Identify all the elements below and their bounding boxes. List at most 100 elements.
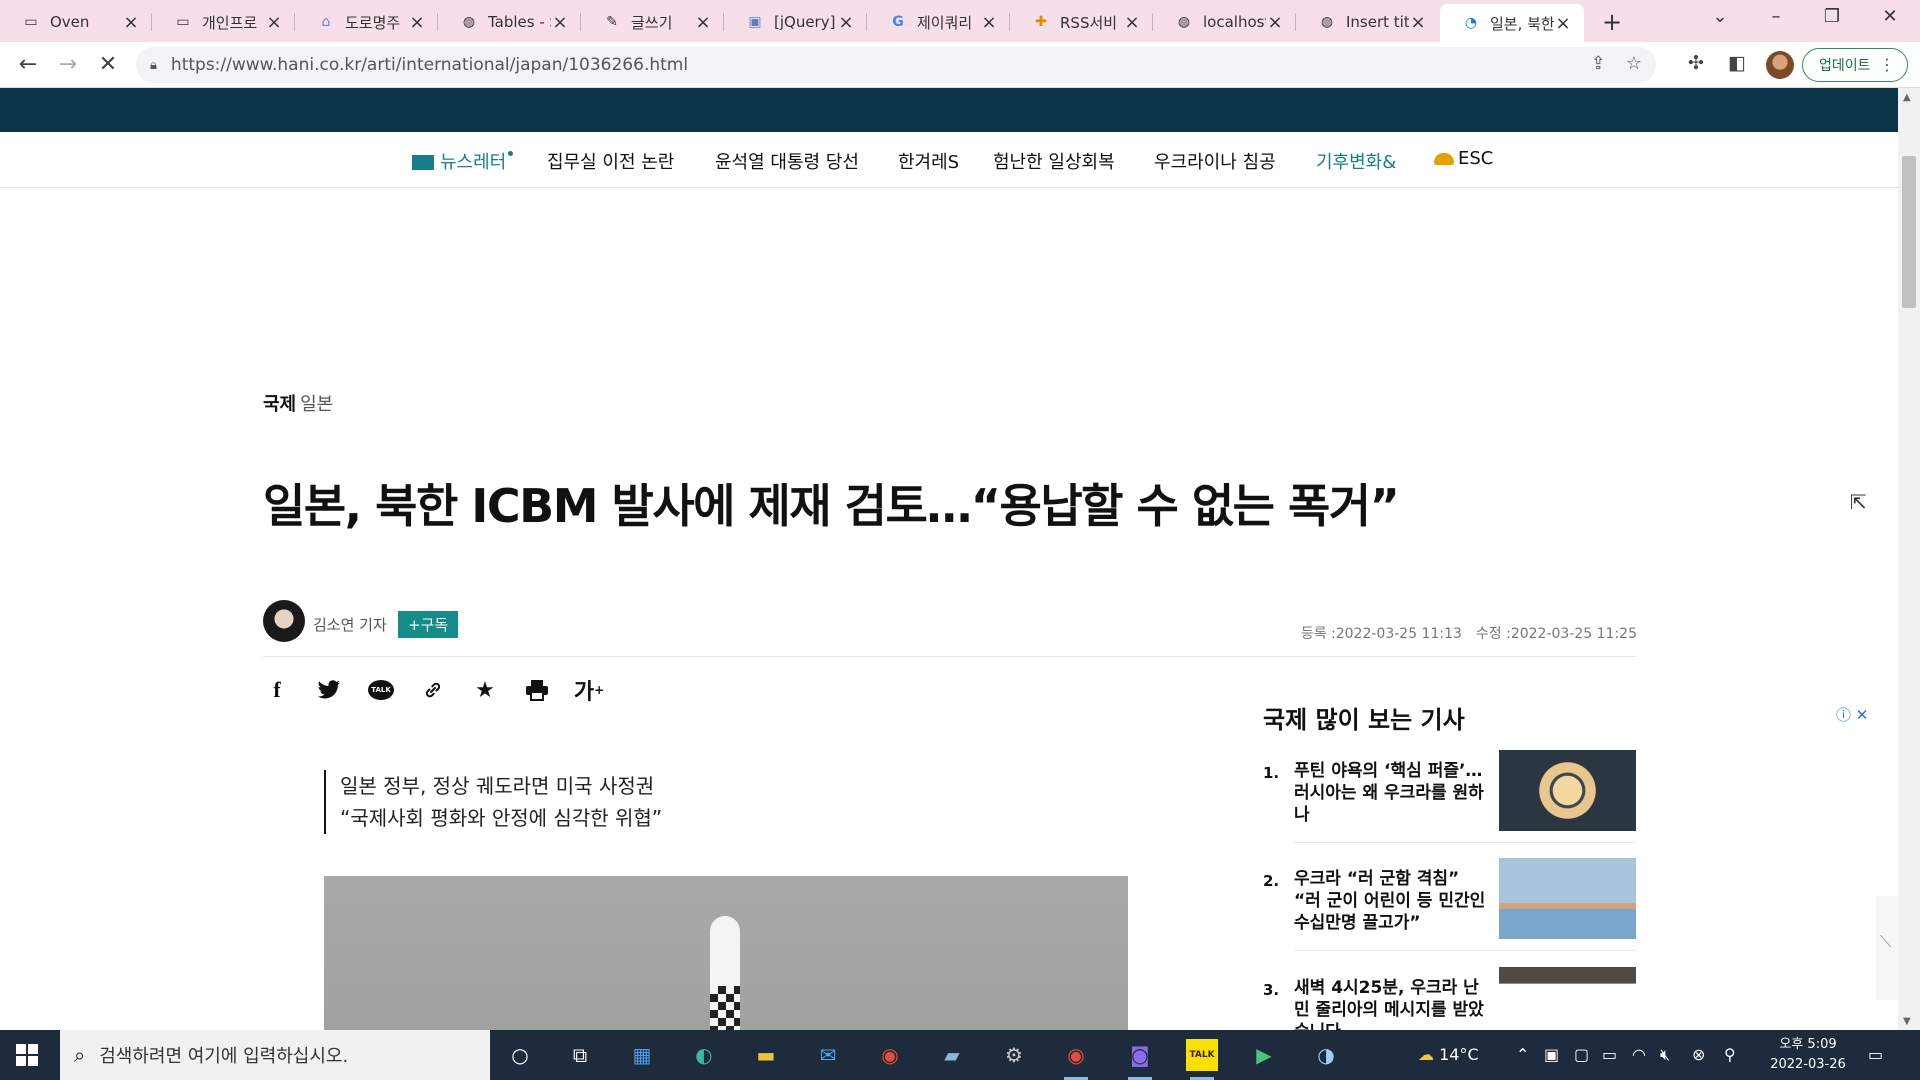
- subsection-link[interactable]: 일본: [300, 394, 333, 415]
- tab-tables[interactable]: ◍ Tables - S ×: [438, 6, 581, 38]
- tab-close-icon[interactable]: ×: [1266, 12, 1284, 33]
- notification-icon[interactable]: ▭: [1868, 1045, 1883, 1064]
- eclipse-icon[interactable]: ◑: [1310, 1039, 1342, 1071]
- article-thumbnail[interactable]: [1499, 750, 1636, 831]
- popular-article-1[interactable]: 1. 푸틴 야욕의 ‘핵심 퍼즐’…러시아는 왜 우크라를 원하나: [1263, 750, 1636, 843]
- popular-article-2[interactable]: 2. 우크라 “러 군함 격침” “러 군이 어린이 등 민간인 수십만명 끌고…: [1263, 858, 1636, 951]
- battery-icon[interactable]: ▭: [1602, 1045, 1617, 1064]
- taskbar-clock[interactable]: 오후 5:09 2022-03-26: [1760, 1035, 1856, 1075]
- new-tab-button[interactable]: +: [1598, 8, 1626, 36]
- edge-icon[interactable]: ◐: [688, 1039, 720, 1071]
- file-explorer-icon[interactable]: ▬: [750, 1039, 782, 1071]
- close-window-icon[interactable]: ✕: [1870, 6, 1910, 27]
- nav-item-recovery[interactable]: 험난한 일상회복: [993, 148, 1115, 174]
- ad-info-icon[interactable]: ⓘ: [1836, 706, 1851, 724]
- kakaotalk-icon[interactable]: TALK: [367, 676, 395, 704]
- volume-mute-icon[interactable]: 🔇︎: [1660, 1045, 1670, 1065]
- store-icon[interactable]: ▦: [626, 1039, 658, 1071]
- minimize-icon[interactable]: –: [1756, 6, 1796, 27]
- tab-close-icon[interactable]: ×: [551, 12, 569, 33]
- scroll-up-icon[interactable]: ▲: [1903, 92, 1911, 103]
- update-button[interactable]: 업데이트 ⋮: [1802, 48, 1908, 82]
- tab-search-icon[interactable]: ⌄: [1700, 6, 1740, 27]
- ad-close-icon[interactable]: ✕: [1856, 706, 1869, 724]
- nav-item-climate[interactable]: 기후변화&: [1316, 148, 1396, 174]
- tab-road-address[interactable]: ⌂ 도로명주 ×: [295, 6, 438, 38]
- stop-loading-icon[interactable]: ✕: [94, 52, 122, 77]
- article-photo[interactable]: [324, 876, 1128, 1030]
- address-bar[interactable]: 🔒︎ https://www.hani.co.kr/arti/internati…: [136, 47, 1656, 83]
- pen-tray-icon[interactable]: ⚲: [1724, 1045, 1736, 1064]
- tab-localhost[interactable]: ◍ localhost ×: [1153, 6, 1296, 38]
- tab-oven[interactable]: ▭ Oven ×: [0, 6, 152, 38]
- restore-icon[interactable]: ❐: [1812, 6, 1852, 27]
- url-text[interactable]: https://www.hani.co.kr/arti/internationa…: [171, 55, 688, 75]
- share-icon[interactable]: ⇪: [1591, 53, 1606, 74]
- taskbar-search[interactable]: ⌕ 검색하려면 여기에 입력하십시오.: [60, 1030, 490, 1080]
- side-widget-tab[interactable]: ⟍: [1876, 896, 1898, 1000]
- ime-mode-icon[interactable]: ⊗: [1692, 1045, 1705, 1064]
- article-thumbnail[interactable]: [1499, 858, 1636, 939]
- facebook-icon[interactable]: f: [263, 676, 291, 704]
- author-avatar[interactable]: [263, 600, 305, 642]
- lock-icon[interactable]: 🔒︎: [150, 58, 157, 73]
- author-name[interactable]: 김소연 기자: [313, 614, 387, 635]
- windows-start-icon[interactable]: [16, 1044, 38, 1066]
- print-icon[interactable]: [523, 676, 551, 704]
- forward-icon[interactable]: →: [54, 52, 82, 77]
- tab-jquery[interactable]: ▣ [jQuery] ×: [724, 6, 867, 38]
- media-player-icon[interactable]: ▶: [1248, 1039, 1280, 1071]
- tray-meet-icon[interactable]: ▢: [1574, 1045, 1589, 1064]
- weather-widget[interactable]: ☁ 14°C: [1418, 1045, 1479, 1064]
- tab-write[interactable]: ✎ 글쓰기 ×: [581, 6, 724, 38]
- star-icon[interactable]: ★: [471, 676, 499, 704]
- nav-item-esc[interactable]: ESC: [1434, 148, 1493, 169]
- tab-personal-project[interactable]: ▭ 개인프로 ×: [152, 6, 295, 38]
- tab-close-icon[interactable]: ×: [980, 12, 998, 33]
- popular-article-title[interactable]: 우크라 “러 군함 격침” “러 군이 어린이 등 민간인 수십만명 끌고가”: [1294, 868, 1489, 934]
- tab-close-icon[interactable]: ×: [1409, 12, 1427, 33]
- popular-article-title[interactable]: 푸틴 야욕의 ‘핵심 퍼즐’…러시아는 왜 우크라를 원하나: [1294, 760, 1489, 826]
- popular-article-3[interactable]: 3. 새벽 4시25분, 우크라 난민 줄리아의 메시지를 받았습니다: [1263, 967, 1636, 1030]
- tab-close-icon[interactable]: ×: [1554, 13, 1572, 34]
- chrome-icon[interactable]: ◉: [874, 1039, 906, 1071]
- bookmark-star-icon[interactable]: ☆: [1626, 53, 1642, 74]
- page-scrollbar[interactable]: ▲ ▼: [1898, 88, 1920, 1030]
- nav-item-office-move[interactable]: 집무실 이전 논란: [547, 148, 674, 174]
- article-thumbnail[interactable]: [1499, 967, 1636, 1030]
- back-icon[interactable]: ←: [14, 52, 42, 77]
- subscribe-button[interactable]: +구독: [398, 611, 459, 638]
- tab-close-icon[interactable]: ×: [122, 12, 140, 33]
- cortana-icon[interactable]: ○: [504, 1039, 536, 1071]
- discord-icon[interactable]: ◙: [1124, 1039, 1156, 1080]
- tab-rss[interactable]: ✚ RSS서비 ×: [1010, 6, 1153, 38]
- side-panel-icon[interactable]: ◧: [1728, 52, 1746, 74]
- nav-item-president-elect[interactable]: 윤석열 대통령 당선: [715, 148, 859, 174]
- nav-item-ukraine[interactable]: 우크라이나 침공: [1154, 148, 1276, 174]
- tab-close-icon[interactable]: ×: [694, 12, 712, 33]
- tab-close-icon[interactable]: ×: [408, 12, 426, 33]
- popular-article-title[interactable]: 새벽 4시25분, 우크라 난민 줄리아의 메시지를 받았습니다: [1294, 977, 1489, 1030]
- tray-chevron-icon[interactable]: ⌃: [1516, 1045, 1529, 1064]
- tab-close-icon[interactable]: ×: [265, 12, 283, 33]
- settings-gear-icon[interactable]: ⚙: [998, 1039, 1030, 1071]
- wifi-icon[interactable]: ◠: [1632, 1045, 1646, 1064]
- nav-newsletter[interactable]: 뉴스레터: [412, 148, 514, 174]
- scroll-down-icon[interactable]: ▼: [1903, 1016, 1911, 1027]
- kakaotalk-app-icon[interactable]: TALK: [1186, 1039, 1218, 1080]
- tab-active-article[interactable]: ◔ 일본, 북한 ×: [1440, 4, 1584, 42]
- tab-close-icon[interactable]: ×: [837, 12, 855, 33]
- twitter-icon[interactable]: [315, 676, 343, 704]
- extensions-icon[interactable]: ✣: [1688, 52, 1704, 74]
- scroll-thumb[interactable]: [1902, 156, 1916, 308]
- section-link[interactable]: 국제: [263, 394, 296, 415]
- menu-kebab-icon[interactable]: ⋮: [1879, 55, 1895, 74]
- tab-insert-title[interactable]: ◍ Insert titl ×: [1296, 6, 1439, 38]
- notepad-icon[interactable]: ▰: [936, 1039, 968, 1071]
- mail-icon[interactable]: ✉: [812, 1039, 844, 1071]
- task-view-icon[interactable]: ⧉: [564, 1039, 596, 1071]
- chrome-profile-icon[interactable]: ◉: [1060, 1039, 1092, 1080]
- tray-network-icon[interactable]: ▣: [1544, 1045, 1559, 1064]
- nav-item-hani-s[interactable]: 한겨레S: [898, 148, 959, 174]
- font-size-icon[interactable]: 가 +: [574, 676, 604, 705]
